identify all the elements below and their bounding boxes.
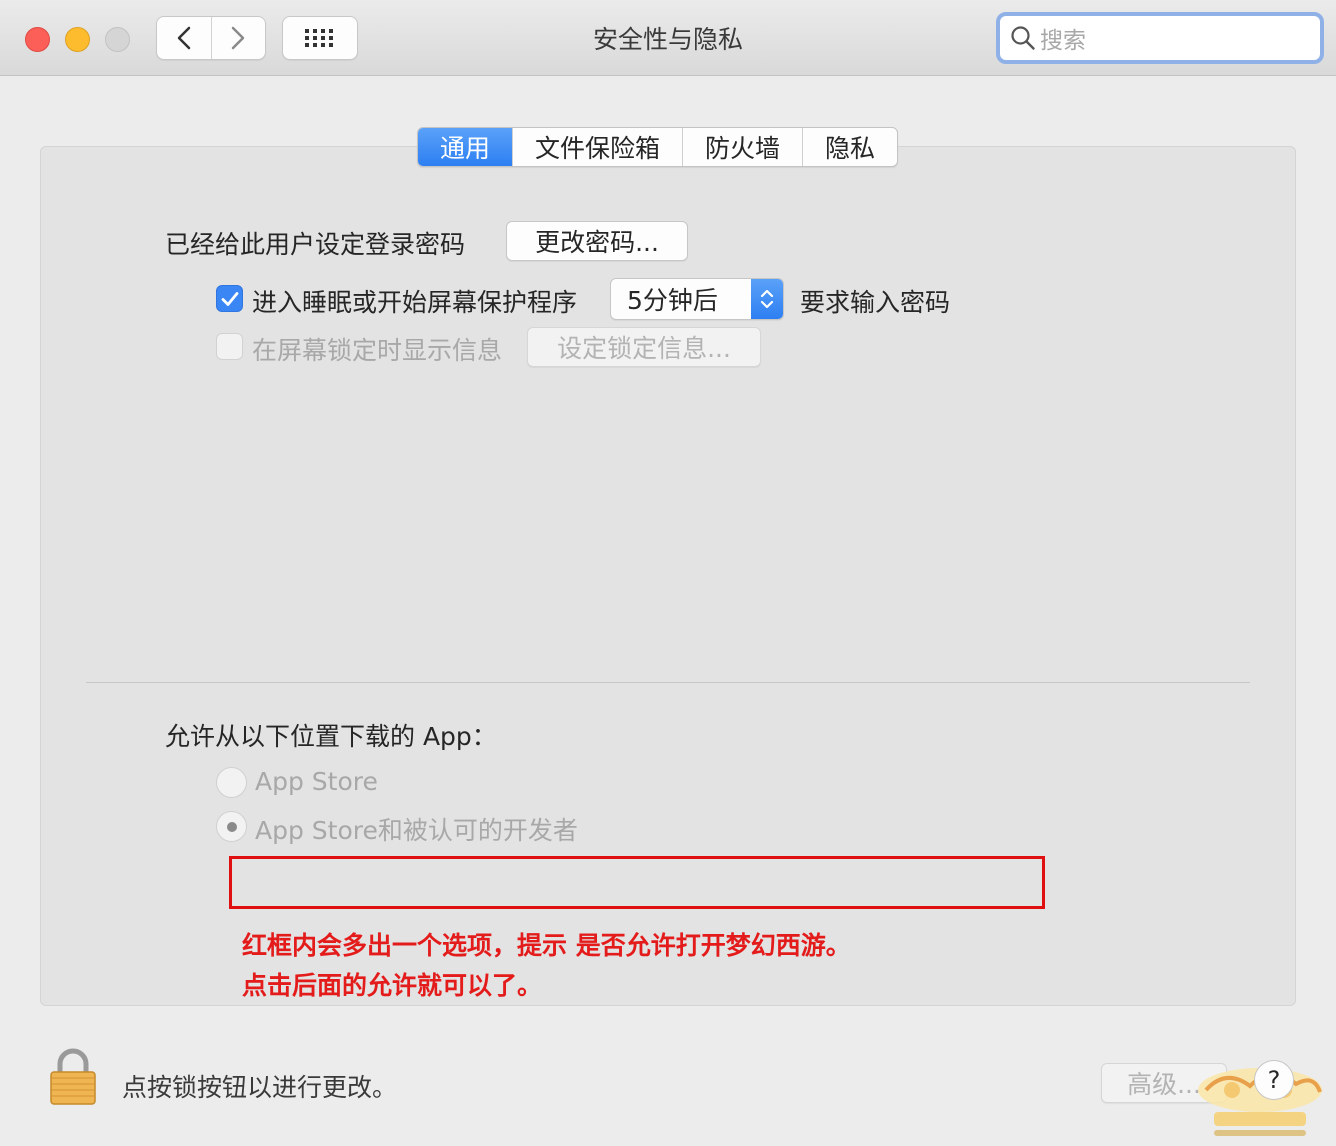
chevron-right-icon [232, 26, 245, 50]
zoom-window-button[interactable] [105, 27, 130, 52]
annotation-line-2: 点击后面的允许就可以了。 [242, 971, 543, 1000]
show-all-button[interactable] [282, 16, 358, 60]
checkmark-icon [221, 291, 238, 306]
password-delay-select[interactable]: 5分钟后 [610, 278, 784, 320]
select-arrows-icon [751, 279, 783, 319]
search-placeholder: 搜索 [1040, 28, 1086, 54]
sleep-checkbox-label: 进入睡眠或开始屏幕保护程序 [252, 288, 578, 317]
tab-bar: 通用 文件保险箱 防火墙 隐私 [417, 127, 899, 167]
title-bar: 安全性与隐私 搜索 [0, 0, 1336, 76]
show-all-grid-icon [305, 29, 333, 47]
section-divider [86, 682, 1250, 683]
lock-hint-text: 点按锁按钮以进行更改。 [122, 1073, 398, 1102]
radio-selected-dot [226, 821, 237, 832]
help-button[interactable]: ? [1254, 1060, 1294, 1100]
change-password-button[interactable]: 更改密码... [506, 221, 688, 261]
radio-identified-developers-label: App Store和被认可的开发者 [255, 816, 578, 845]
require-password-checkbox[interactable] [216, 285, 243, 312]
search-icon [1011, 26, 1035, 50]
tab-privacy[interactable]: 隐私 [802, 128, 897, 166]
password-set-label: 已经给此用户设定登录密码 [165, 230, 466, 259]
back-button[interactable] [157, 17, 211, 59]
annotation-line-1: 红框内会多出一个选项，提示 是否允许打开梦幻西游。 [242, 931, 851, 960]
lock-message-checkbox[interactable] [216, 333, 243, 360]
padlock-icon [50, 1048, 96, 1105]
navigation-buttons [156, 16, 266, 60]
tab-general[interactable]: 通用 [418, 128, 513, 166]
highlight-box [229, 856, 1045, 909]
password-delay-value: 5分钟后 [627, 286, 718, 315]
chevron-left-icon [177, 26, 190, 50]
radio-app-store-label: App Store [255, 767, 378, 796]
set-lock-message-button[interactable]: 设定锁定信息... [527, 327, 761, 367]
close-window-button[interactable] [25, 27, 50, 52]
lock-button[interactable] [48, 1048, 98, 1110]
radio-app-store[interactable] [216, 767, 247, 798]
tab-firewall[interactable]: 防火墙 [682, 128, 802, 166]
downloads-heading: 允许从以下位置下载的 App： [165, 722, 497, 751]
forward-button[interactable] [210, 17, 266, 59]
minimize-window-button[interactable] [65, 27, 90, 52]
lock-message-label: 在屏幕锁定时显示信息 [252, 336, 503, 365]
radio-identified-developers[interactable] [216, 811, 247, 842]
require-password-label: 要求输入密码 [800, 288, 951, 317]
tab-filevault[interactable]: 文件保险箱 [512, 128, 682, 166]
search-field[interactable]: 搜索 [996, 12, 1324, 64]
